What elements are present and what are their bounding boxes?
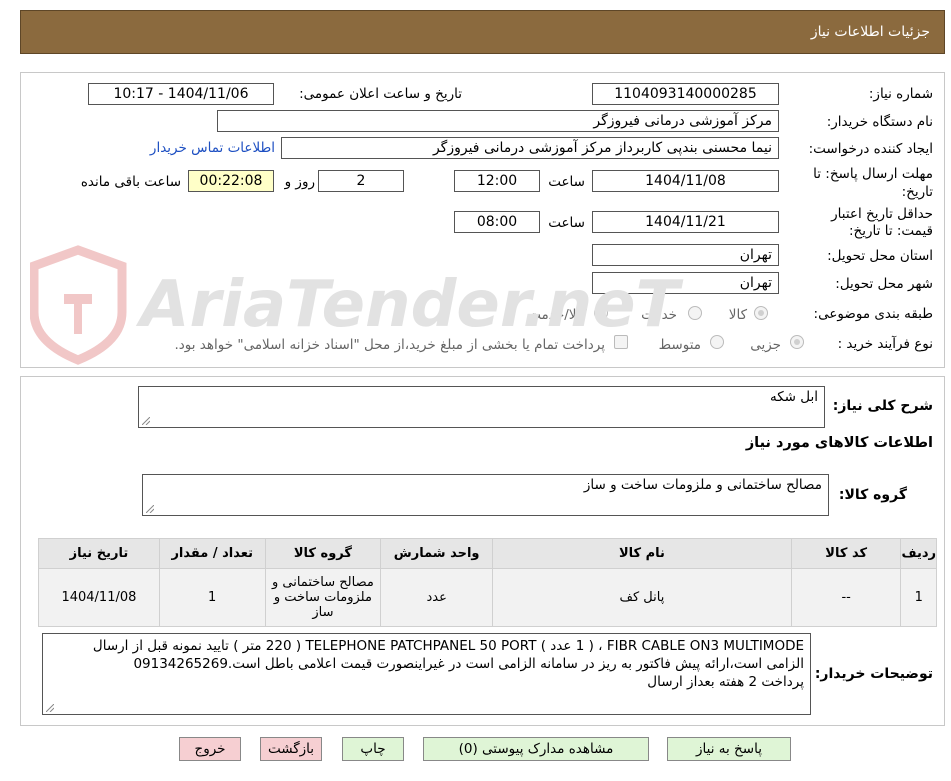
creator-label: ایجاد کننده درخواست: [808,141,933,157]
process-option-minor: جزیی [750,337,781,353]
deadline-label-2: تاریخ: [901,184,933,200]
buyer-contact-link[interactable]: اطلاعات تماس خریدار [150,140,275,156]
category-option-service: خدمت [641,307,677,323]
deadline-date-field: 1404/11/08 [592,170,779,192]
cell-row: 1 [900,568,937,627]
buyer-org-label: نام دستگاه خریدار: [826,114,933,130]
summary-textarea: ابل شکه [138,386,825,428]
days-remaining-field: 2 [318,170,404,192]
goods-info-title: اطلاعات کالاهای مورد نیاز [745,435,933,451]
validity-label-2: قیمت: تا تاریخ: [849,223,933,239]
print-button[interactable]: چاپ [342,737,404,761]
col-name-header: نام کالا [492,538,792,569]
announce-field: 1404/11/06 - 10:17 [88,83,274,105]
validity-time-label: ساعت [548,215,585,231]
page-title: جزئیات اطلاعات نیاز [810,24,930,40]
category-option-goods: کالا [728,307,747,323]
need-number-label: شماره نیاز: [868,86,933,102]
col-unit-header: واحد شمارش [380,538,494,569]
summary-text: ابل شکه [769,389,818,405]
category-option-goods-service: کالا/خدمت [528,307,587,323]
days-label: روز و [284,174,315,190]
category-label: طبقه بندی موضوعی: [813,306,933,322]
back-button[interactable]: بازگشت [260,737,322,761]
col-group-header: گروه کالا [264,538,382,569]
exit-button[interactable]: خروج [179,737,241,761]
need-number-field: 1104093140000285 [592,83,779,105]
process-label: نوع فرآیند خرید : [837,336,933,352]
creator-field: نیما محسنی بندپی کاربرداز مرکز آموزشی در… [281,137,779,159]
summary-label: شرح کلی نیاز: [832,398,933,414]
table-header-row: ردیف کد کالا نام کالا واحد شمارش گروه کا… [38,538,937,569]
announce-label: تاریخ و ساعت اعلان عمومی: [299,86,462,102]
deadline-time-field: 12:00 [454,170,540,192]
buyer-org-field: مرکز آموزشی درمانی فیروزگر [217,110,779,132]
goods-group-label: گروه کالا: [838,487,907,503]
buyer-notes-textarea: FIBR CABLE ON3 MULTIMODE ، ( 1 عدد ) TEL… [42,633,811,715]
col-code-header: کد کالا [790,538,902,569]
col-row-header: ردیف [900,538,937,569]
cell-code: -- [790,568,902,627]
col-date-header: تاریخ نیاز [38,538,160,569]
resize-grip-icon[interactable] [146,505,154,513]
validity-date-field: 1404/11/21 [592,211,779,233]
cell-qty: 1 [158,568,266,627]
col-qty-header: تعداد / مقدار [158,538,266,569]
reply-button[interactable]: پاسخ به نیاز [667,737,791,761]
page-header: جزئیات اطلاعات نیاز [20,10,945,54]
attachments-button[interactable]: مشاهده مدارک پیوستی (0) [423,737,649,761]
validity-time-field: 08:00 [454,211,540,233]
treasury-note: پرداخت تمام یا بخشی از مبلغ خرید،از محل … [174,337,605,353]
buyer-notes-line-2: الزامی است،ارائه پیش فاکتور به ریز در سا… [133,656,804,672]
time-remaining-field: 00:22:08 [188,170,274,192]
city-field: تهران [592,272,779,294]
category-radio-service[interactable] [688,306,702,320]
cell-date: 1404/11/08 [38,568,160,627]
goods-table: ردیف کد کالا نام کالا واحد شمارش گروه کا… [38,538,937,627]
cell-unit: عدد [380,568,494,627]
buyer-notes-line-3: پرداخت 2 هفته بعداز ارسال [647,674,804,690]
process-radio-minor[interactable] [790,335,804,349]
process-option-medium: متوسط [658,337,701,353]
province-field: تهران [592,244,779,266]
time-remaining-label: ساعت باقی مانده [80,174,181,190]
goods-group-textarea: مصالح ساختمانی و ملزومات ساخت و ساز [142,474,829,516]
buyer-notes-label: توضیحات خریدار: [814,666,933,682]
goods-group-text: مصالح ساختمانی و ملزومات ساخت و ساز [583,477,822,493]
validity-label: حداقل تاریخ اعتبار [831,206,933,222]
cell-name: پانل کف [492,568,792,627]
deadline-label: مهلت ارسال پاسخ: تا [813,166,933,182]
resize-grip-icon[interactable] [46,704,54,712]
buyer-notes-line-1: FIBR CABLE ON3 MULTIMODE ، ( 1 عدد ) TEL… [92,638,804,654]
city-label: شهر محل تحویل: [835,276,933,292]
deadline-time-label: ساعت [548,174,585,190]
category-radio-goods-service[interactable] [594,306,608,320]
cell-group: مصالح ساختمانی و ملزومات ساخت و ساز [264,568,382,627]
province-label: استان محل تحویل: [827,248,933,264]
table-row: 1 -- پانل کف عدد مصالح ساختمانی و ملزوما… [38,568,937,627]
category-radio-goods[interactable] [754,306,768,320]
resize-grip-icon[interactable] [142,417,150,425]
treasury-checkbox[interactable] [614,335,628,349]
process-radio-medium[interactable] [710,335,724,349]
